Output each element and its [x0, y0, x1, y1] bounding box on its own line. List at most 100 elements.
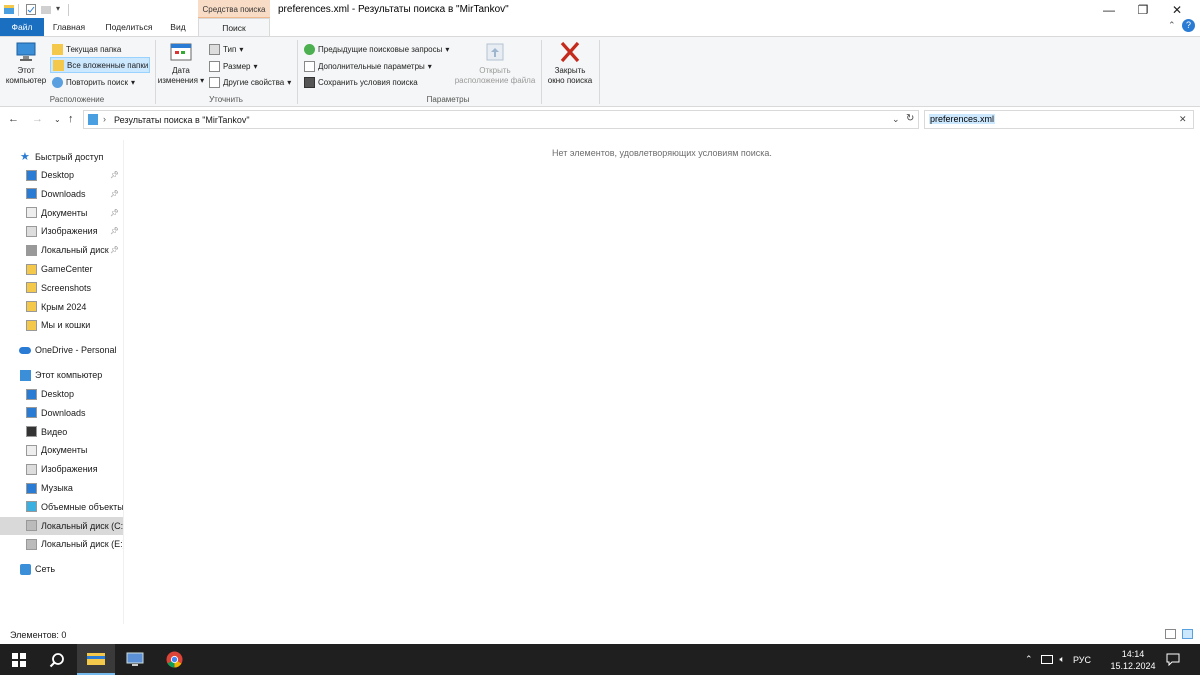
this-pc-label-line2: компьютер [5, 76, 47, 85]
empty-results-message: Нет элементов, удовлетворяющих условиям … [552, 148, 772, 158]
nav-quick-access-item[interactable]: Screenshots [0, 279, 123, 297]
close-search-button[interactable]: Закрыть окно поиска [543, 41, 597, 86]
drive-icon [26, 538, 37, 550]
input-language[interactable]: РУС [1073, 655, 1091, 665]
back-arrow-icon[interactable]: ← [8, 113, 19, 125]
this-pc-label-line1: Этот [17, 66, 35, 75]
address-bar[interactable]: › Результаты поиска в "MirTankov" ⌄ ↻ [83, 110, 919, 129]
new-folder-icon[interactable] [40, 3, 52, 16]
taskbar-app[interactable] [116, 644, 154, 675]
nav-quick-access-item[interactable]: Desktop 📌︎ [0, 166, 123, 184]
clear-search-button[interactable]: ✕ [1179, 114, 1187, 125]
collapse-ribbon-icon[interactable]: ⌃ [1168, 20, 1176, 31]
network-tray-icon[interactable] [1040, 655, 1053, 664]
save-search-button[interactable]: Сохранить условия поиска [304, 75, 418, 89]
refresh-icon[interactable]: ↻ [906, 113, 914, 124]
nav-quick-access-item[interactable]: Мы и кошки [0, 316, 123, 334]
close-button[interactable]: ✕ [1154, 0, 1200, 20]
advanced-options-button[interactable]: Дополнительные параметры ▾ [304, 59, 432, 73]
window-title: preferences.xml - Результаты поиска в "M… [278, 4, 509, 15]
search-results-icon [88, 114, 98, 125]
start-button[interactable] [0, 644, 38, 675]
nav-this-pc-item[interactable]: Локальный диск (C:) [0, 516, 123, 535]
size-button[interactable]: Размер ▾ [209, 59, 258, 73]
taskbar-file-explorer[interactable] [77, 644, 115, 675]
up-arrow-icon[interactable]: ↑ [68, 113, 74, 125]
nav-label: Документы [41, 445, 88, 456]
nav-label: Изображения [41, 464, 98, 475]
search-button[interactable] [38, 644, 76, 675]
current-folder-button[interactable]: Текущая папка [52, 42, 121, 56]
breadcrumb-search-results[interactable]: Результаты поиска в "MirTankov" [114, 115, 250, 125]
other-properties-button[interactable]: Другие свойства ▾ [209, 75, 291, 89]
chevron-down-icon: ▾ [445, 44, 450, 54]
nav-this-pc-item[interactable]: Desktop [0, 385, 123, 403]
clock-time: 14:14 [1121, 648, 1145, 659]
notification-icon [1166, 653, 1180, 666]
properties-icon[interactable] [25, 3, 37, 16]
title-bar: ▾ preferences.xml - Результаты поиска в … [0, 0, 1200, 20]
recent-searches-button[interactable]: Предыдущие поисковые запросы ▾ [304, 42, 449, 56]
recent-searches-icon [304, 43, 315, 55]
nav-label: Локальный диск (E:) [41, 539, 123, 550]
nav-quick-access-item[interactable]: Локальный диск 📌︎ [0, 241, 123, 259]
download-icon [26, 407, 37, 419]
notifications-button[interactable] [1166, 644, 1180, 675]
ribbon-separator [599, 40, 600, 104]
show-hidden-icons-icon[interactable]: ⌃ [1025, 654, 1033, 665]
forward-arrow-icon[interactable]: → [32, 113, 43, 125]
nav-this-pc[interactable]: Этот компьютер [0, 366, 123, 384]
nav-label: Изображения [41, 226, 98, 237]
repeat-search-button[interactable]: Повторить поиск ▾ [52, 75, 135, 89]
taskbar-chrome[interactable] [155, 644, 193, 675]
details-view-icon[interactable] [1165, 629, 1176, 639]
nav-onedrive[interactable]: OneDrive - Personal [0, 341, 123, 359]
tab-home[interactable]: Главная [48, 18, 90, 36]
nav-this-pc-item[interactable]: Объемные объекты [0, 498, 123, 516]
all-subfolders-button[interactable]: Все вложенные папки [50, 57, 150, 73]
large-icons-view-icon[interactable] [1182, 629, 1193, 639]
tab-share[interactable]: Поделиться [100, 18, 158, 36]
documents-icon [26, 207, 37, 219]
date-modified-button[interactable]: Дата изменения ▾ [157, 41, 205, 86]
nav-this-pc-item[interactable]: Видео [0, 423, 123, 441]
search-box[interactable]: preferences.xml ✕ [924, 110, 1194, 129]
pictures-icon [26, 463, 37, 475]
this-pc-button[interactable]: Этот компьютер [2, 41, 50, 86]
nav-quick-access-item[interactable]: Крым 2024 [0, 298, 123, 316]
volume-icon[interactable]: 🔈︎ [1060, 654, 1065, 665]
network-icon [20, 563, 31, 575]
tab-file[interactable]: Файл [0, 18, 44, 36]
nav-quick-access-item[interactable]: Изображения 📌︎ [0, 222, 123, 240]
nav-quick-access[interactable]: ★ Быстрый доступ [0, 148, 123, 166]
open-file-location-button[interactable]: Открыть расположение файла [452, 41, 538, 86]
tab-search[interactable]: Поиск [198, 18, 270, 37]
contextual-tab-header: Средства поиска [198, 0, 270, 18]
search-input[interactable]: preferences.xml [929, 114, 996, 124]
nav-quick-access-item[interactable]: Downloads 📌︎ [0, 185, 123, 203]
status-bar: Элементов: 0 [0, 626, 1200, 643]
nav-this-pc-item[interactable]: Изображения [0, 460, 123, 478]
folder-icon [87, 653, 105, 665]
nav-this-pc-item[interactable]: Музыка [0, 479, 123, 497]
tab-view[interactable]: Вид [164, 18, 192, 36]
windows-icon [12, 652, 26, 667]
clock[interactable]: 14:14 15.12.2024 [1108, 644, 1158, 675]
date-label-line1: Дата [172, 66, 190, 75]
nav-quick-access-item[interactable]: GameCenter [0, 260, 123, 278]
nav-this-pc-item[interactable]: Документы [0, 441, 123, 459]
type-button[interactable]: Тип ▾ [209, 42, 243, 56]
nav-quick-access-item[interactable]: Документы 📌︎ [0, 204, 123, 222]
help-button[interactable]: ? [1182, 19, 1195, 32]
computer-icon [20, 369, 31, 381]
address-dropdown-icon[interactable]: ⌄ [892, 114, 900, 125]
nav-this-pc-item[interactable]: Downloads [0, 404, 123, 422]
music-icon [26, 482, 37, 494]
nav-network[interactable]: Сеть [0, 560, 123, 578]
search-icon [49, 652, 64, 667]
nav-this-pc-item[interactable]: Локальный диск (E:) [0, 535, 123, 553]
ribbon-tabs: Файл Главная Поделиться Вид Поиск ⌃ ? [0, 18, 1200, 37]
nav-label: Быстрый доступ [35, 152, 104, 162]
recent-locations-icon[interactable]: ⌄ [54, 115, 61, 124]
qat-customize-icon[interactable]: ▾ [56, 4, 60, 13]
